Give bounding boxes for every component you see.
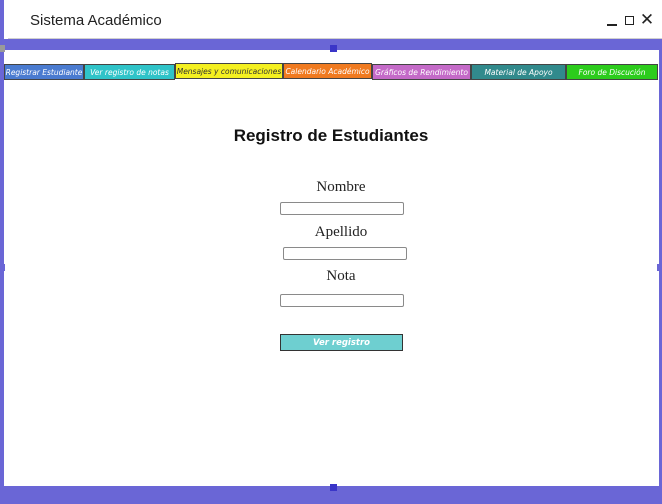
nombre-label: Nombre (316, 179, 366, 195)
nav-mensajes[interactable]: Mensajes y comunicaciones (175, 63, 283, 79)
minimize-icon[interactable] (605, 13, 619, 27)
maximize-icon[interactable] (622, 13, 636, 27)
nav-foro[interactable]: Foro de Discución (566, 64, 658, 80)
nota-label: Nota (326, 268, 356, 284)
nav-ver-registro-notas[interactable]: Ver registro de notas (84, 64, 175, 80)
resize-handle-top[interactable] (330, 45, 337, 52)
nav-material-apoyo[interactable]: Material de Apoyo (471, 64, 566, 80)
ver-registro-button[interactable]: Ver registro (280, 334, 403, 351)
nav-calendario[interactable]: Calendario Académico (283, 63, 372, 79)
apellido-input[interactable] (283, 247, 407, 260)
apellido-label: Apellido (314, 224, 368, 240)
resize-handle-bottom[interactable] (330, 484, 337, 491)
page-title: Registro de Estudiantes (233, 126, 429, 145)
title-bar: Sistema Académico ✕ (8, 0, 662, 39)
nombre-input[interactable] (280, 202, 404, 215)
nav-graficos[interactable]: Gráficos de Rendimiento (372, 64, 471, 80)
nota-input[interactable] (280, 294, 404, 307)
nav-registrar-estudiante[interactable]: Registrar Estudiante (4, 64, 84, 80)
close-icon[interactable]: ✕ (640, 12, 654, 29)
window-title: Sistema Académico (30, 12, 162, 29)
resize-handle-top-left[interactable] (0, 45, 5, 52)
